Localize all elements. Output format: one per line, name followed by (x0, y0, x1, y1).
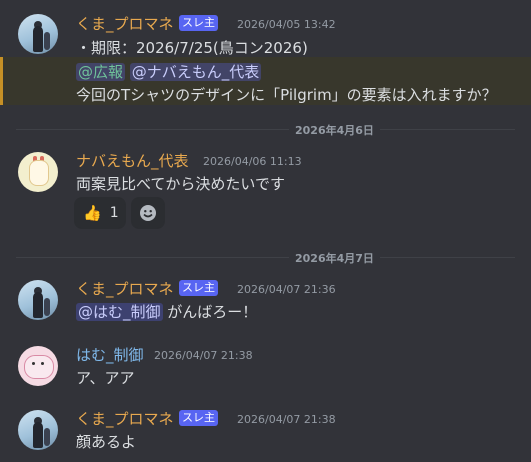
avatar[interactable] (18, 14, 58, 54)
message-2: ナバえもん_代表 2026/04/06 11:13 両案見比べてから決めたいです… (0, 140, 531, 235)
message-text: ・期限：2026/7/25(鳥コン2026) (76, 39, 308, 57)
timestamp: 2026/04/07 21:38 (154, 349, 253, 362)
mention-line: @広報 @ナバえもん_代表 (76, 61, 262, 82)
author-name[interactable]: はむ_制御 (76, 344, 144, 365)
message-1: くま_プロマネ スレ主 2026/04/05 13:42 ・期限：2026/7/… (0, 0, 531, 112)
message-text: ア、アア (76, 369, 135, 387)
thumbs-up-icon: 👍 (83, 204, 102, 222)
message-text: がんばろー！ (162, 303, 258, 321)
timestamp: 2026/04/07 21:36 (237, 283, 336, 296)
date-divider-label: 2026年4月7日 (289, 250, 380, 266)
message-4: はむ_制御 2026/04/07 21:38 ア、アア (0, 334, 531, 400)
thread-owner-badge: スレ主 (179, 280, 218, 296)
timestamp: 2026/04/05 13:42 (237, 18, 336, 31)
message-text: 今回のTシャツのデザインに「Pilgrim」の要素は入れますか？ (76, 86, 497, 104)
reaction-count: 1 (109, 205, 119, 221)
author-name[interactable]: ナバえもん_代表 (76, 150, 189, 171)
add-reaction-button[interactable] (131, 197, 165, 229)
smile-icon (140, 205, 156, 221)
date-divider (16, 257, 515, 258)
avatar[interactable] (18, 346, 58, 386)
user-mention[interactable]: @はむ_制御 (76, 303, 163, 321)
message-3: くま_プロマネ スレ主 2026/04/07 21:36 @はむ_制御 がんばろ… (0, 268, 531, 334)
avatar[interactable] (18, 152, 58, 192)
role-mention[interactable]: @広報 (76, 63, 126, 81)
thread-owner-badge: スレ主 (179, 15, 218, 31)
avatar[interactable] (18, 280, 58, 320)
message-5: くま_プロマネ スレ主 2026/04/07 21:38 顔あるよ (0, 398, 531, 462)
avatar[interactable] (18, 410, 58, 450)
timestamp: 2026/04/07 21:38 (237, 413, 336, 426)
thread-owner-badge: スレ主 (179, 410, 218, 426)
timestamp: 2026/04/06 11:13 (203, 155, 302, 168)
message-text: 顔あるよ (76, 433, 137, 451)
author-name[interactable]: くま_プロマネ (76, 408, 174, 429)
author-name[interactable]: くま_プロマネ (76, 278, 174, 299)
author-name[interactable]: くま_プロマネ (76, 13, 174, 34)
date-divider-label: 2026年4月6日 (289, 122, 380, 138)
reaction-thumbs-up[interactable]: 👍 1 (74, 197, 126, 229)
date-divider (16, 129, 515, 130)
message-line: @はむ_制御 がんばろー！ (76, 301, 257, 322)
message-text: 両案見比べてから決めたいです (76, 175, 285, 193)
user-mention[interactable]: @ナバえもん_代表 (129, 63, 262, 81)
